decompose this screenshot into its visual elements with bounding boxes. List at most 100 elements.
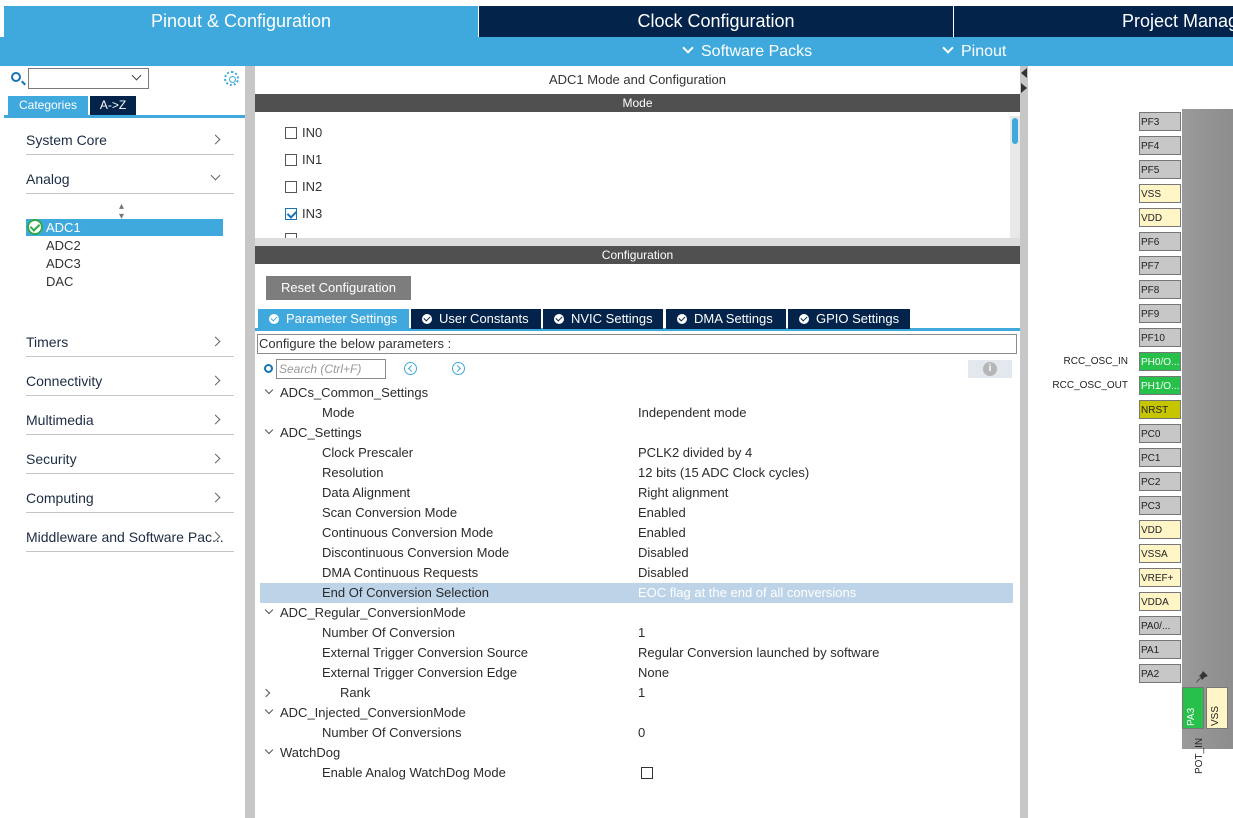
checkbox[interactable]	[285, 181, 297, 193]
parameter-value[interactable]: Enabled	[638, 503, 686, 523]
mode-scrollbar[interactable]	[1010, 116, 1020, 238]
parameter-value[interactable]: None	[638, 663, 669, 683]
category-connectivity[interactable]: Connectivity	[26, 368, 234, 396]
parameter-group[interactable]: ADC_Injected_ConversionMode	[260, 703, 1013, 723]
parameter-row[interactable]: Clock Prescaler PCLK2 divided by 4	[260, 443, 1013, 463]
expand-down-icon[interactable]	[264, 385, 274, 395]
search-next-icon[interactable]	[452, 362, 465, 375]
pin-vssa[interactable]: VSSA	[1139, 544, 1181, 563]
pin-vdda[interactable]: VDDA	[1139, 592, 1181, 611]
mode-item-in3[interactable]: IN3	[285, 205, 322, 223]
scrollbar-thumb[interactable]	[1012, 118, 1018, 144]
parameter-value[interactable]: Independent mode	[638, 403, 746, 423]
parameter-value[interactable]: Disabled	[638, 543, 689, 563]
mode-item-in0[interactable]: IN0	[285, 124, 322, 142]
parameter-value[interactable]: EOC flag at the end of all conversions	[638, 583, 856, 603]
parameter-value[interactable]: Regular Conversion launched by software	[638, 643, 879, 663]
parameter-row[interactable]: Number Of Conversions 0	[260, 723, 1013, 743]
parameter-row[interactable]: Rank 1	[260, 683, 1013, 703]
pin-vss-bottom[interactable]: VSS	[1206, 687, 1228, 729]
tab-pinout-configuration[interactable]: Pinout & Configuration	[4, 6, 478, 37]
tab-a-z[interactable]: A->Z	[90, 96, 136, 115]
pin-vdd[interactable]: VDD	[1139, 520, 1181, 539]
parameter-row[interactable]: Resolution 12 bits (15 ADC Clock cycles)	[260, 463, 1013, 483]
category-system-core[interactable]: System Core	[26, 127, 234, 155]
pin-pf3[interactable]: PF3	[1139, 112, 1181, 131]
parameter-value[interactable]: PCLK2 divided by 4	[638, 443, 752, 463]
checkbox-checked[interactable]	[285, 208, 297, 220]
collapse-right-icon[interactable]	[1021, 83, 1027, 93]
analog-item-adc2[interactable]: ADC2	[46, 237, 81, 254]
search-combo[interactable]	[28, 68, 149, 89]
search-icon[interactable]	[11, 72, 21, 82]
pin-pf4[interactable]: PF4	[1139, 136, 1181, 155]
parameter-row[interactable]: Mode Independent mode	[260, 403, 1013, 423]
parameter-value[interactable]: 0	[638, 723, 645, 743]
parameter-group[interactable]: ADC_Settings	[260, 423, 1013, 443]
pin-pa2[interactable]: PA2	[1139, 664, 1181, 683]
parameter-value[interactable]: 1	[638, 623, 645, 643]
mode-item-in1[interactable]: IN1	[285, 151, 322, 169]
chevron-down-icon[interactable]	[131, 70, 142, 81]
parameter-group[interactable]: ADCs_Common_Settings	[260, 383, 1013, 403]
pin-nrst[interactable]: NRST	[1139, 400, 1181, 419]
parameter-row[interactable]: Enable Analog WatchDog Mode	[260, 763, 1013, 783]
parameter-search-input[interactable]: Search (Ctrl+F)	[276, 359, 386, 379]
parameter-row[interactable]: External Trigger Conversion Edge None	[260, 663, 1013, 683]
left-splitter[interactable]	[245, 66, 255, 818]
parameter-row[interactable]: DMA Continuous Requests Disabled	[260, 563, 1013, 583]
search-previous-icon[interactable]	[404, 362, 417, 375]
pin-pc3[interactable]: PC3	[1139, 496, 1181, 515]
category-timers[interactable]: Timers	[26, 329, 234, 357]
pin-vdd[interactable]: VDD	[1139, 208, 1181, 227]
parameter-row[interactable]: Discontinuous Conversion Mode Disabled	[260, 543, 1013, 563]
parameter-row[interactable]: End Of Conversion Selection EOC flag at t…	[260, 583, 1013, 603]
tab-project-manager[interactable]: Project Manager	[954, 6, 1233, 37]
parameter-group[interactable]: WatchDog	[260, 743, 1013, 763]
pin-vref[interactable]: VREF+	[1139, 568, 1181, 587]
parameter-value[interactable]: 1	[638, 683, 645, 703]
parameter-row[interactable]: Number Of Conversion 1	[260, 623, 1013, 643]
expand-down-icon[interactable]	[264, 705, 274, 715]
gear-icon[interactable]	[224, 71, 239, 86]
expand-down-icon[interactable]	[264, 605, 274, 615]
parameter-value[interactable]: Enabled	[638, 523, 686, 543]
pin-ph0-o[interactable]: PH0/O...	[1139, 352, 1181, 371]
category-computing[interactable]: Computing	[26, 485, 234, 513]
tab-gpio-settings[interactable]: GPIO Settings	[788, 309, 910, 329]
checkbox[interactable]	[285, 154, 297, 166]
analog-item-adc1[interactable]: ADC1	[26, 219, 223, 236]
right-splitter[interactable]	[1020, 66, 1028, 818]
pin-pc2[interactable]: PC2	[1139, 472, 1181, 491]
reset-configuration-button[interactable]: Reset Configuration	[266, 276, 411, 300]
parameter-group[interactable]: ADC_Regular_ConversionMode	[260, 603, 1013, 623]
category-middleware[interactable]: Middleware and Software Pac...	[26, 524, 234, 552]
pin-pf7[interactable]: PF7	[1139, 256, 1181, 275]
pin-pf5[interactable]: PF5	[1139, 160, 1181, 179]
tab-parameter-settings[interactable]: Parameter Settings	[258, 309, 409, 329]
tab-categories[interactable]: Categories	[8, 96, 88, 115]
parameter-row[interactable]: Continuous Conversion Mode Enabled	[260, 523, 1013, 543]
software-packs-menu[interactable]: Software Packs	[682, 37, 812, 66]
collapse-left-icon[interactable]	[1021, 68, 1027, 78]
pin-ph1-o[interactable]: PH1/O...	[1139, 376, 1181, 395]
pin-pa3[interactable]: PA3	[1182, 687, 1204, 729]
pin-pa0[interactable]: PA0/...	[1139, 616, 1181, 635]
expand-down-icon[interactable]	[264, 425, 274, 435]
expand-right-icon[interactable]	[261, 688, 271, 698]
info-button[interactable]: i	[968, 360, 1012, 378]
parameter-checkbox[interactable]	[641, 767, 653, 779]
pin-vss[interactable]: VSS	[1139, 184, 1181, 203]
checkbox[interactable]	[285, 127, 297, 139]
parameter-row[interactable]: External Trigger Conversion Source Regula…	[260, 643, 1013, 663]
parameter-value[interactable]: 12 bits (15 ADC Clock cycles)	[638, 463, 809, 483]
pin-pf10[interactable]: PF10	[1139, 328, 1181, 347]
category-multimedia[interactable]: Multimedia	[26, 407, 234, 435]
category-analog[interactable]: Analog	[26, 166, 234, 194]
section-divider[interactable]	[255, 238, 1020, 246]
tab-clock-configuration[interactable]: Clock Configuration	[479, 6, 953, 37]
parameter-value[interactable]: Right alignment	[638, 483, 728, 503]
mode-item-in2[interactable]: IN2	[285, 178, 322, 196]
pin-pc0[interactable]: PC0	[1139, 424, 1181, 443]
expand-down-icon[interactable]	[264, 745, 274, 755]
